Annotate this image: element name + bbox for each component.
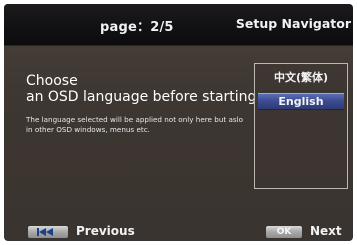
previous-label[interactable]: Previous (76, 224, 135, 239)
language-list: 中文(繁体) English (254, 63, 348, 189)
next-label[interactable]: Next (310, 224, 342, 239)
heading-line-1: Choose (26, 73, 78, 89)
setup-navigator-screen: page：2/5 Setup Navigator Choose an OSD l… (4, 4, 353, 241)
language-option-english[interactable]: English (258, 93, 344, 110)
previous-button[interactable] (28, 226, 68, 238)
screen-title: Setup Navigator (235, 16, 351, 31)
instruction-heading: Choose an OSD language before starting. (26, 73, 261, 105)
header-bar: page：2/5 Setup Navigator (4, 4, 353, 46)
heading-line-2: an OSD language before starting. (26, 89, 261, 105)
skip-previous-icon (37, 228, 53, 236)
page-indicator: page：2/5 (100, 20, 174, 35)
ok-button[interactable]: OK (266, 226, 302, 238)
language-option-chinese[interactable]: 中文(繁体) (258, 69, 344, 86)
instruction-note: The language selected will be applied no… (26, 115, 244, 134)
